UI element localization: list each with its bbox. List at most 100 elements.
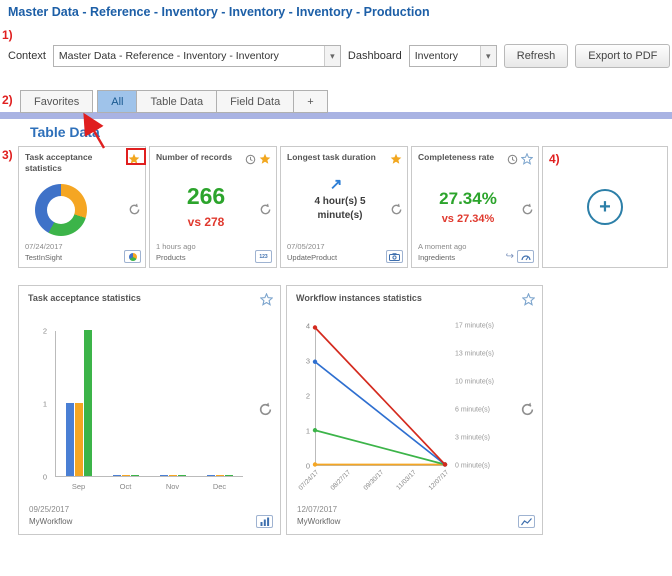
add-widget-plus-icon[interactable]: + [587, 189, 623, 225]
bar [207, 475, 215, 477]
refresh-icon[interactable] [258, 402, 273, 417]
refresh-button[interactable]: Refresh [504, 44, 569, 68]
line-x-label: 08/27/17 [330, 469, 353, 492]
line-chart-widget-icon[interactable] [518, 515, 535, 528]
tab-table-data[interactable]: Table Data [136, 90, 216, 113]
line-right-tick: 3 minute(s) [455, 435, 490, 442]
card-header-icons [390, 153, 402, 165]
chevron-down-icon: ▾ [480, 46, 496, 66]
line-left-tick: 2 [306, 392, 310, 401]
card-date: 09/25/2017 [29, 504, 72, 516]
favorite-star-icon[interactable] [259, 153, 271, 165]
line-chart-left-axis: 01234 [297, 326, 313, 466]
line-x-label: 11/03/17 [395, 469, 418, 492]
card-completeness-rate: Completeness rate 27.34% vs 27.34% A mom… [411, 146, 539, 268]
favorite-star-outline-icon[interactable] [260, 293, 273, 306]
card-number-of-records: Number of records 266 vs 278 1 hours ago… [149, 146, 277, 268]
dashboard-select[interactable]: Inventory ▾ [409, 45, 497, 67]
bar [84, 330, 92, 476]
line-right-tick: 10 minute(s) [455, 379, 494, 386]
card-footer: A moment ago Ingredients ↪ [418, 241, 534, 264]
line-chart: 01234 17 minute(s)13 minute(s)10 minute(… [297, 326, 537, 498]
bar [75, 403, 83, 476]
refresh-icon[interactable] [520, 402, 535, 417]
dashboard-label: Dashboard [348, 50, 402, 62]
refresh-icon[interactable] [128, 203, 141, 216]
card-meta: 12/07/2017 MyWorkflow [297, 504, 340, 528]
bar-x-label: Oct [102, 482, 149, 491]
page-title: Master Data - Reference - Inventory - In… [8, 5, 430, 19]
context-select[interactable]: Master Data - Reference - Inventory - In… [53, 45, 341, 67]
refresh-icon[interactable] [521, 203, 534, 216]
favorite-star-icon[interactable] [390, 153, 402, 165]
card-meta: 07/24/2017 TestInSight [25, 241, 63, 264]
donut-chart [35, 184, 87, 236]
card-footer: 07/24/2017 TestInSight [25, 241, 141, 264]
bar [216, 475, 224, 477]
bar-chart-x-axis: SepOctNovDec [55, 482, 243, 491]
bar-x-label: Dec [196, 482, 243, 491]
card-title: Number of records [156, 152, 242, 163]
line-left-tick: 4 [306, 322, 310, 331]
bar [178, 475, 186, 477]
bar-x-label: Nov [149, 482, 196, 491]
completeness-comparison: vs 27.34% [412, 213, 524, 225]
card-meta: A moment ago Ingredients [418, 241, 466, 264]
annotation-3: 3) [2, 148, 13, 162]
card-footer: 12/07/2017 MyWorkflow [297, 504, 535, 528]
add-widget-card[interactable]: + [542, 146, 668, 268]
card-footer: 07/05/2017 UpdateProduct [287, 241, 403, 264]
annotation-4: 4) [549, 152, 560, 166]
bar-chart-plot [55, 331, 243, 477]
widget-cards-row: Task acceptance statistics 07/24/2017 Te… [18, 146, 668, 268]
context-select-value: Master Data - Reference - Inventory - In… [54, 50, 324, 62]
export-pdf-button[interactable]: Export to PDF [575, 44, 670, 68]
trend-up-icon: ↗ [281, 175, 391, 193]
number-widget-glyph: 123 [259, 254, 267, 260]
card-header: Completeness rate [412, 147, 538, 165]
card-header-icons [245, 153, 271, 165]
card-title: Task acceptance statistics [25, 152, 125, 173]
line-left-tick: 1 [306, 427, 310, 436]
card-source: MyWorkflow [29, 516, 72, 528]
dashboard-page: Master Data - Reference - Inventory - In… [0, 0, 672, 576]
favorite-star-outline-icon[interactable] [521, 153, 533, 165]
record-count-value: 266 [150, 183, 262, 210]
tab-add[interactable]: + [293, 90, 327, 113]
refresh-icon[interactable] [259, 203, 272, 216]
card-header-icons [507, 153, 533, 165]
card-header: Workflow instances statistics [287, 286, 542, 306]
refresh-icon[interactable] [390, 203, 403, 216]
card-meta: 07/05/2017 UpdateProduct [287, 241, 337, 264]
card-updated: 1 hours ago [156, 241, 196, 252]
bar [66, 403, 74, 476]
chevron-down-icon: ▾ [324, 46, 340, 66]
share-icon[interactable]: ↪ [506, 252, 514, 262]
card-longest-task-duration: Longest task duration ↗ 4 hour(s) 5 minu… [280, 146, 408, 268]
card-source: Ingredients [418, 252, 466, 263]
bar-group [196, 331, 243, 476]
bar-x-label: Sep [55, 482, 102, 491]
pie-widget-icon[interactable] [124, 250, 141, 263]
bar [113, 475, 121, 477]
bar-group [103, 331, 150, 476]
gauge-widget-icon[interactable] [517, 250, 534, 263]
line-left-tick: 3 [306, 357, 310, 366]
line-chart-card: Workflow instances statistics 0 1 2 3 4 17 m… [286, 285, 543, 535]
card-source: UpdateProduct [287, 252, 337, 263]
card-footer: 09/25/2017 MyWorkflow [29, 504, 273, 528]
card-header: Task acceptance statistics [19, 286, 280, 306]
bar-chart-widget-icon[interactable] [256, 515, 273, 528]
history-clock-icon[interactable] [507, 154, 518, 165]
bar [160, 475, 168, 477]
favorite-star-outline-icon[interactable] [522, 293, 535, 306]
history-clock-icon[interactable] [245, 154, 256, 165]
tab-field-data[interactable]: Field Data [216, 90, 293, 113]
line-x-label: 09/30/17 [362, 469, 385, 492]
number-widget-icon[interactable]: 123 [255, 250, 272, 263]
bar-y-tick: 1 [43, 400, 47, 409]
duration-value: 4 hour(s) 5 minute(s) [303, 195, 377, 222]
line-left-tick: 0 [306, 462, 310, 471]
camera-widget-icon[interactable] [386, 250, 403, 263]
line-right-tick: 17 minute(s) [455, 323, 494, 330]
